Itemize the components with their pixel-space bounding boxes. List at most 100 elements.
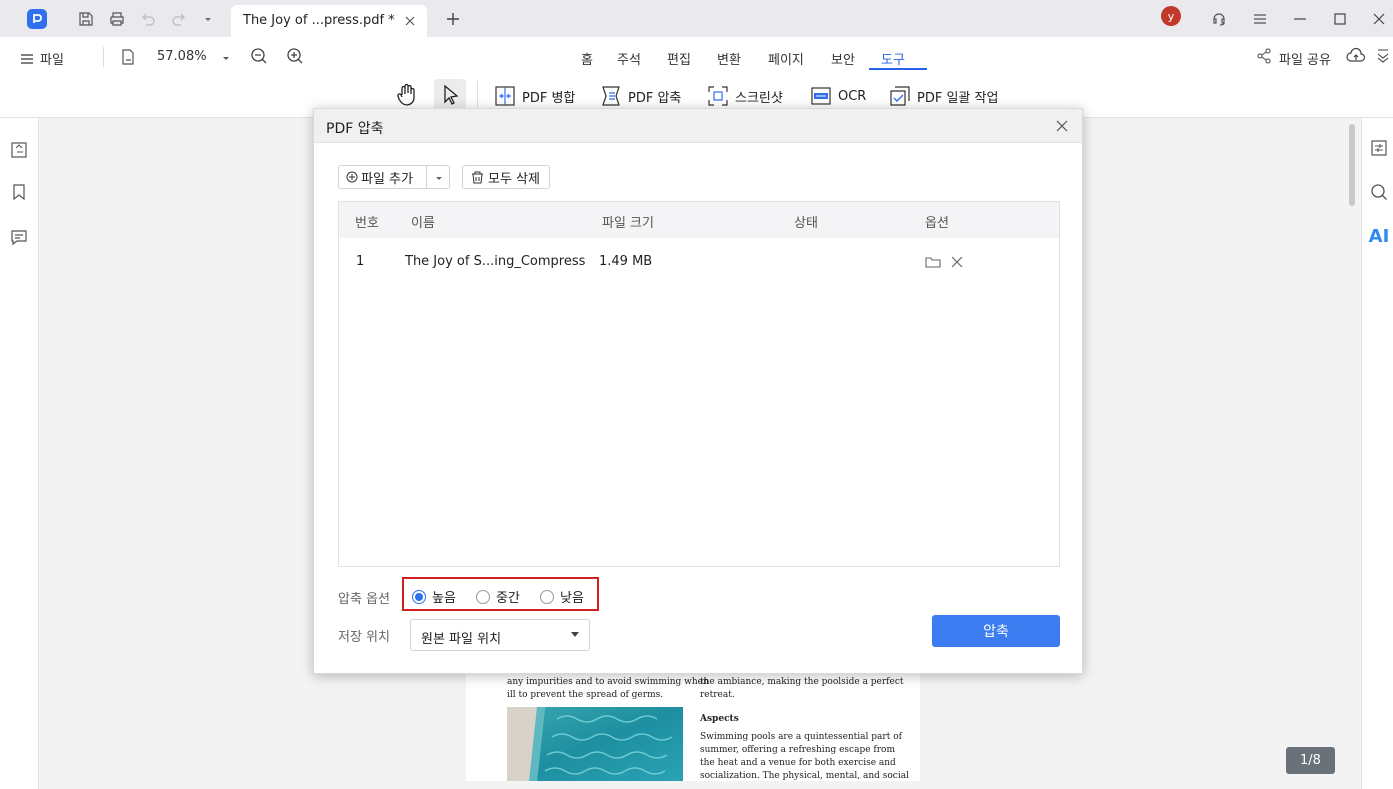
- active-tab-indicator: [869, 68, 927, 70]
- row-filename: The Joy of S...ing_Compress: [405, 254, 586, 269]
- ocr-tool[interactable]: OCR: [810, 83, 866, 109]
- ocr-icon: [810, 85, 832, 107]
- file-menu-button[interactable]: 파일: [20, 49, 64, 68]
- title-bar: The Joy of ...press.pdf * y: [0, 0, 1393, 37]
- close-window-icon[interactable]: [1370, 10, 1388, 28]
- tab-edit[interactable]: 편집: [667, 49, 691, 68]
- column-number: 번호: [355, 216, 379, 231]
- save-icon[interactable]: [77, 10, 95, 28]
- trash-icon: [471, 171, 484, 184]
- search-icon[interactable]: [1369, 182, 1389, 202]
- tab-home[interactable]: 홈: [581, 49, 593, 68]
- hand-tool-icon[interactable]: [396, 83, 418, 107]
- pdf-merge-tool[interactable]: PDF 병합: [494, 83, 575, 109]
- tab-convert[interactable]: 변환: [717, 49, 741, 68]
- left-sidebar: [0, 118, 39, 789]
- level-medium-radio[interactable]: 중간: [476, 587, 520, 606]
- support-icon[interactable]: [1210, 10, 1228, 28]
- compression-level-group: 높음 중간 낮음: [402, 577, 599, 611]
- new-tab-icon[interactable]: [444, 10, 462, 28]
- close-tab-icon[interactable]: [403, 14, 417, 28]
- vertical-scrollbar[interactable]: [1349, 124, 1355, 206]
- redo-icon[interactable]: [170, 10, 188, 28]
- page-text-line: ill to prevent the spread of germs.: [507, 690, 664, 700]
- zoom-in-icon[interactable]: [286, 47, 304, 65]
- pdf-compress-label: PDF 압축: [628, 90, 682, 106]
- level-high-label: 높음: [432, 591, 456, 606]
- file-table: 번호 이름 파일 크기 상태 옵션 1 The Joy of S...ing_C…: [338, 201, 1060, 567]
- hamburger-menu-icon[interactable]: [1251, 10, 1269, 28]
- undo-icon[interactable]: [139, 10, 157, 28]
- page-text-line: Swimming pools are a quintessential part…: [700, 732, 902, 742]
- pool-image: [507, 707, 683, 781]
- close-dialog-icon[interactable]: [1054, 118, 1070, 134]
- tab-page[interactable]: 페이지: [768, 49, 804, 68]
- add-file-label: 파일 추가: [361, 171, 413, 187]
- save-location-label: 저장 위치: [338, 630, 390, 645]
- bookmark-icon[interactable]: [9, 182, 29, 202]
- add-file-button[interactable]: 파일 추가: [338, 165, 450, 189]
- pdf-compress-dialog: PDF 압축 파일 추가 모두 삭제 번호 이름 파일 크기 상태 옵션 1 T…: [313, 108, 1083, 674]
- zoom-value[interactable]: 57.08%: [157, 49, 207, 64]
- properties-icon[interactable]: [1369, 138, 1389, 158]
- tab-tools[interactable]: 도구: [881, 49, 905, 68]
- divider: [477, 81, 478, 111]
- pdf-batch-tool[interactable]: PDF 일괄 작업: [889, 83, 998, 109]
- column-size: 파일 크기: [602, 216, 654, 231]
- compress-button[interactable]: 압축: [932, 615, 1060, 647]
- delete-all-button[interactable]: 모두 삭제: [462, 165, 550, 189]
- table-header: 번호 이름 파일 크기 상태 옵션: [339, 202, 1059, 238]
- zoom-out-icon[interactable]: [250, 47, 268, 65]
- delete-all-label: 모두 삭제: [488, 171, 540, 187]
- remove-file-icon[interactable]: [949, 254, 965, 270]
- page-fit-icon[interactable]: [120, 48, 136, 66]
- compress-option-label: 압축 옵션: [338, 592, 390, 607]
- row-filesize: 1.49 MB: [599, 254, 653, 269]
- ribbon: 파일 57.08% 홈 주석 편집 변환 페이지 보안 도구 파일 공유 PDF…: [0, 37, 1393, 118]
- zoom-dropdown-icon[interactable]: [221, 53, 231, 63]
- divider: [426, 166, 427, 188]
- thumbnail-icon[interactable]: [9, 140, 29, 160]
- document-page: any impurities and to avoid swimming whe…: [466, 672, 920, 781]
- cloud-upload-icon[interactable]: [1346, 47, 1366, 65]
- column-options: 옵션: [925, 216, 949, 231]
- minimize-icon[interactable]: [1291, 10, 1309, 28]
- pdf-compress-tool[interactable]: PDF 압축: [600, 83, 681, 109]
- divider: [103, 47, 104, 67]
- save-location-value: 원본 파일 위치: [421, 632, 502, 647]
- page-text-line: retreat.: [700, 690, 735, 700]
- open-folder-icon[interactable]: [925, 254, 941, 270]
- right-sidebar: AI: [1361, 118, 1393, 789]
- comment-icon[interactable]: [9, 227, 29, 247]
- avatar[interactable]: y: [1161, 6, 1181, 26]
- chevron-down-icon: [571, 632, 579, 637]
- save-location-select[interactable]: 원본 파일 위치: [410, 619, 590, 651]
- screenshot-icon: [707, 85, 729, 107]
- radio-dot: [540, 589, 554, 604]
- tab-security[interactable]: 보안: [831, 49, 855, 68]
- ocr-label: OCR: [838, 88, 867, 104]
- add-file-dropdown-icon[interactable]: [434, 173, 444, 183]
- level-high-radio[interactable]: 높음: [412, 587, 456, 606]
- level-low-radio[interactable]: 낮음: [540, 587, 584, 606]
- column-status: 상태: [794, 216, 818, 231]
- share-icon: [1256, 48, 1272, 64]
- app-logo-icon: [27, 9, 47, 29]
- level-low-label: 낮음: [560, 591, 584, 606]
- document-tab[interactable]: The Joy of ...press.pdf *: [231, 5, 427, 37]
- row-number: 1: [356, 254, 365, 269]
- collapse-ribbon-icon[interactable]: [1376, 47, 1390, 63]
- screenshot-tool[interactable]: 스크린샷: [707, 83, 783, 109]
- quick-access-dropdown-icon[interactable]: [199, 10, 217, 28]
- radio-dot: [476, 589, 490, 604]
- share-file-button[interactable]: 파일 공유: [1279, 49, 1331, 68]
- print-icon[interactable]: [108, 10, 126, 28]
- ai-assistant-button[interactable]: AI: [1368, 226, 1390, 247]
- tab-comment[interactable]: 주석: [617, 49, 641, 68]
- page-text-line: any impurities and to avoid swimming whe…: [507, 677, 709, 687]
- tab-title: The Joy of ...press.pdf *: [243, 13, 395, 28]
- maximize-icon[interactable]: [1331, 10, 1349, 28]
- merge-icon: [494, 85, 516, 107]
- level-medium-label: 중간: [496, 591, 520, 606]
- page-text-line: the heat and a venue for both exercise a…: [700, 758, 896, 768]
